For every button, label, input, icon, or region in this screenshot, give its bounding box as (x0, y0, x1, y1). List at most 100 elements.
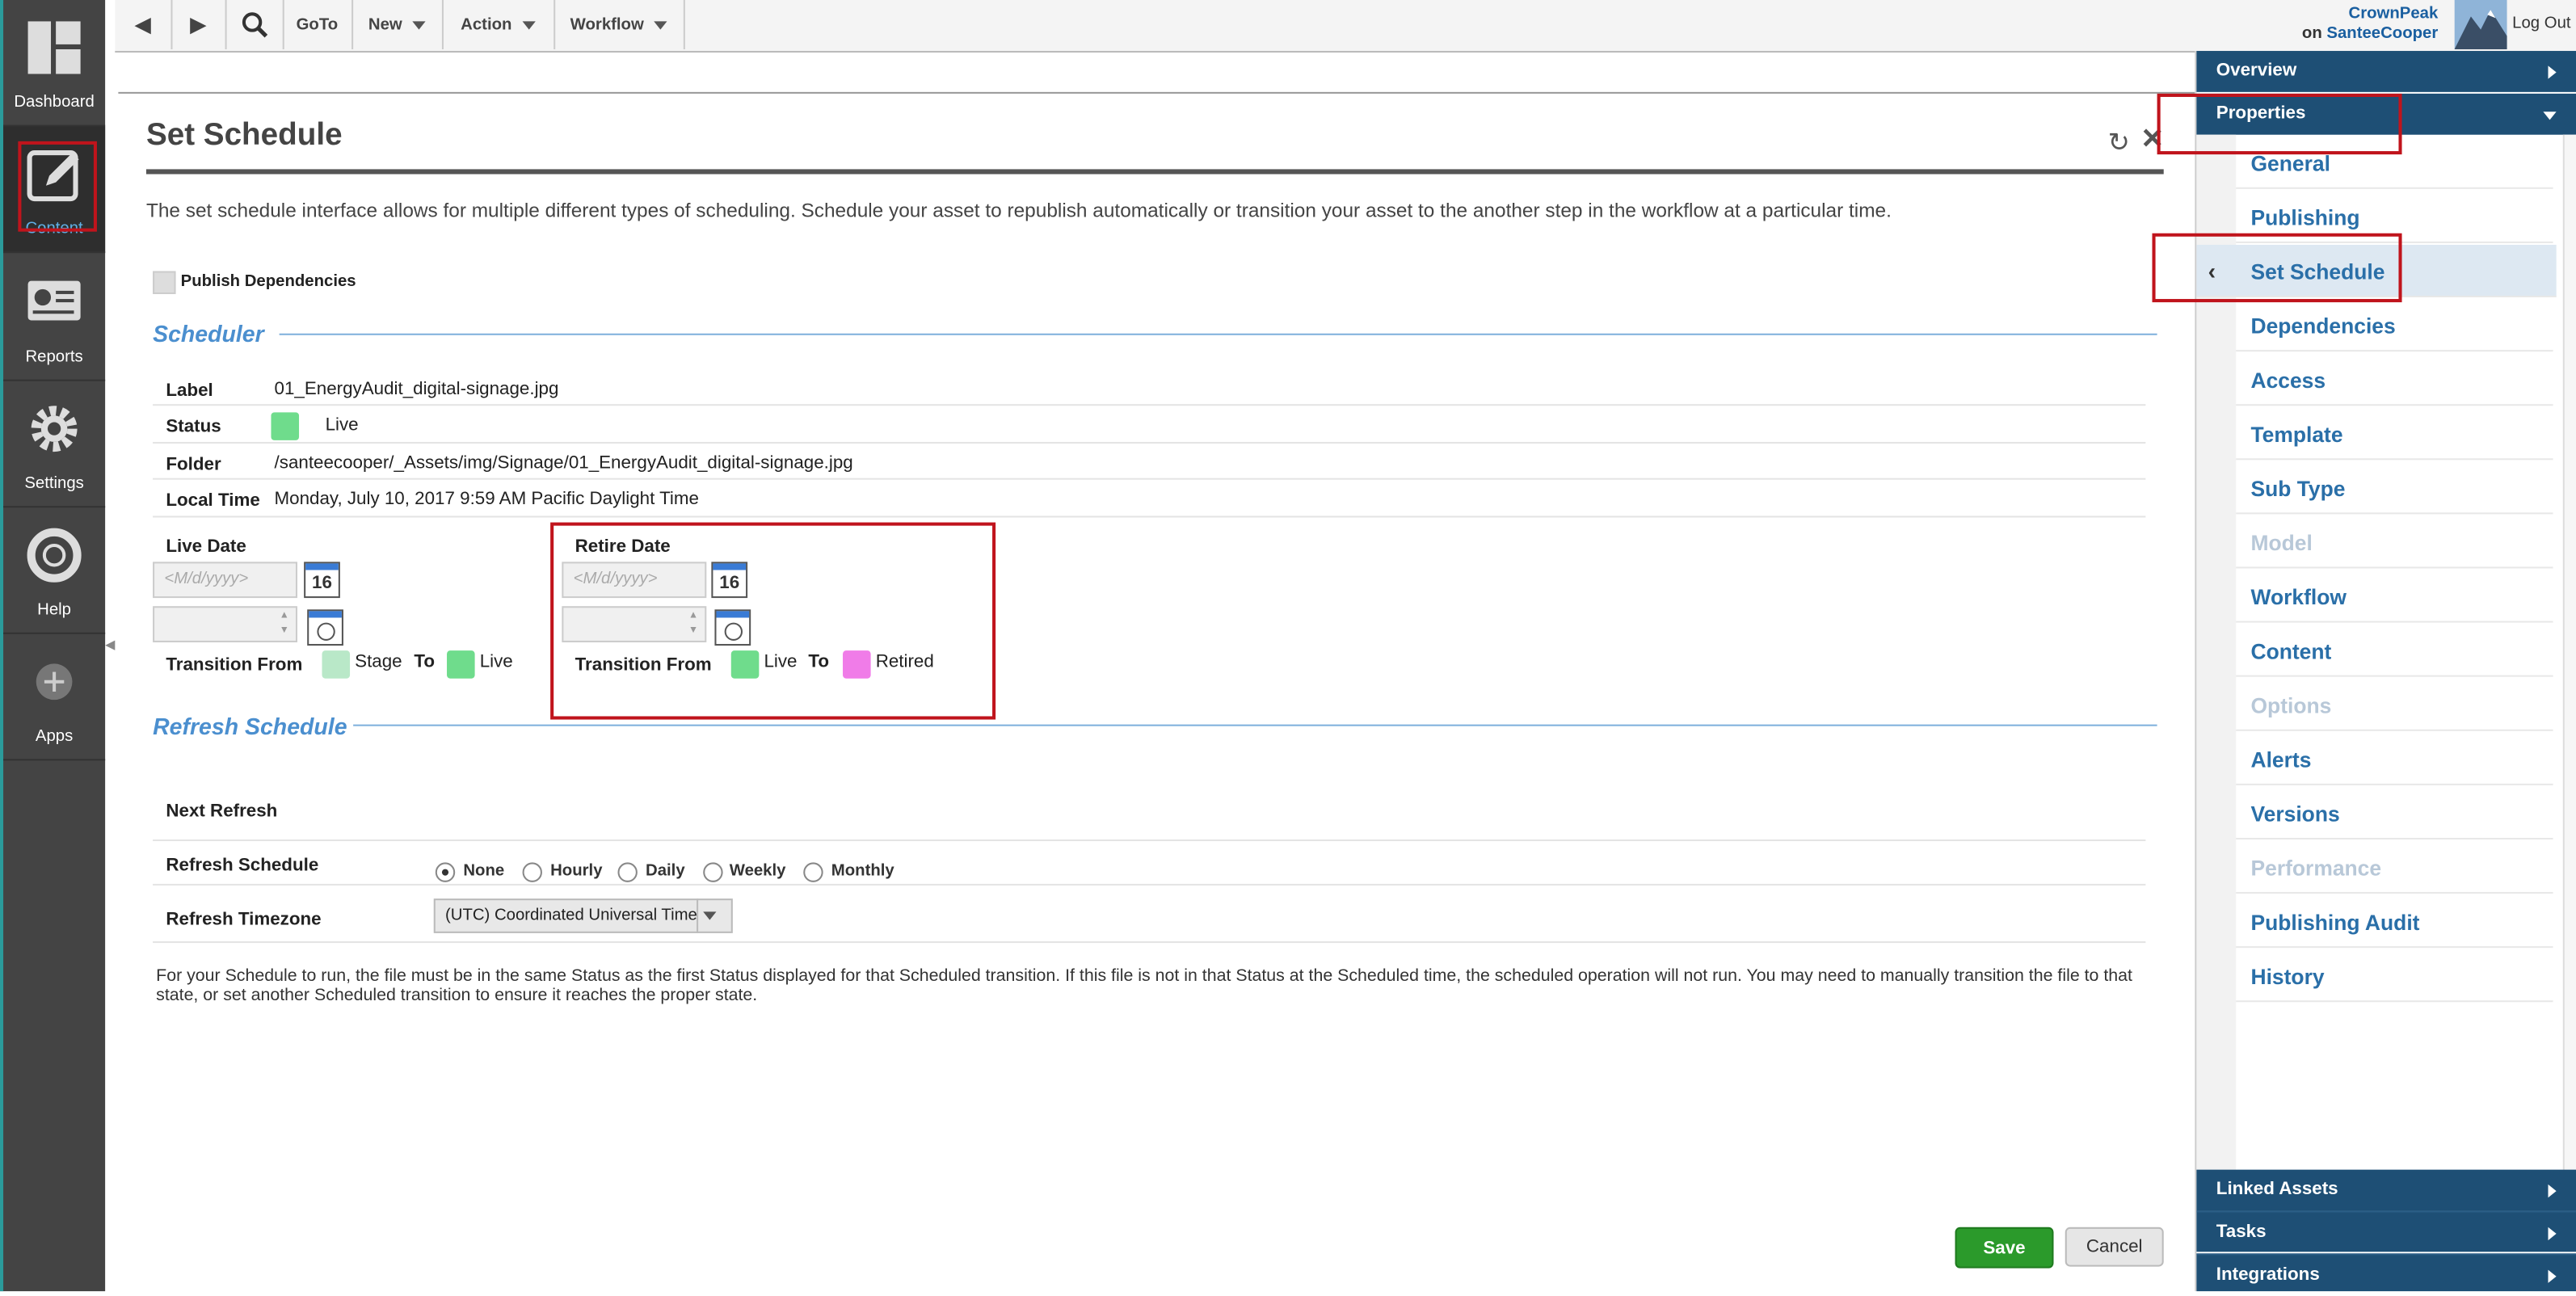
user-on: on (2301, 24, 2322, 43)
live-swatch (447, 650, 475, 679)
rail-reports[interactable]: Reports (3, 255, 106, 381)
panel-scrollbar[interactable] (2562, 134, 2576, 1170)
live-to-word: To (414, 652, 436, 672)
divider (145, 169, 2164, 175)
stage-swatch (322, 650, 351, 679)
rail-reports-label: Reports (25, 348, 83, 367)
refresh-icon[interactable]: ↻ (2108, 127, 2130, 160)
refresh-monthly-label: Monthly (831, 862, 894, 881)
next-refresh-label: Next Refresh (166, 802, 278, 822)
label-label: Label (166, 381, 213, 402)
refresh-daily-radio[interactable] (617, 862, 638, 882)
chevron-down-icon (703, 911, 717, 920)
publish-dependencies-checkbox[interactable] (153, 271, 176, 294)
clock-icon[interactable] (307, 609, 343, 646)
prop-history[interactable]: History (2236, 949, 2553, 1003)
workflow-label: Workflow (570, 15, 644, 34)
scheduler-heading: Scheduler (153, 320, 264, 347)
lifebuoy-icon (27, 528, 82, 583)
rail-help-label: Help (37, 601, 71, 620)
refresh-schedule-heading: Refresh Schedule (153, 713, 347, 739)
tasks-label: Tasks (2216, 1222, 2267, 1243)
action-menu[interactable]: Action (442, 0, 556, 49)
goto-button[interactable]: GoTo (283, 0, 354, 49)
back-button[interactable]: ◀ (115, 0, 173, 49)
intro-text: The set schedule interface allows for mu… (145, 199, 1892, 222)
divider (153, 478, 2146, 480)
timezone-select[interactable]: (UTC) Coordinated Universal Time (433, 898, 733, 933)
live-from-status: Stage (355, 652, 402, 672)
user-site: SanteeCooper (2326, 24, 2439, 43)
tasks-header[interactable]: Tasks (2196, 1210, 2576, 1252)
live-time-input[interactable]: ▲ ▼ (153, 606, 298, 642)
label-value: 01_EnergyAudit_digital-signage.jpg (274, 379, 559, 400)
forward-button[interactable]: ▶ (170, 0, 227, 49)
chevron-down-icon (654, 20, 667, 29)
publish-dependencies-label: Publish Dependencies (180, 272, 356, 291)
highlight-content (18, 141, 97, 232)
search-icon (241, 12, 267, 38)
chevron-down-icon (411, 20, 426, 29)
search-button[interactable] (225, 0, 284, 49)
live-date-heading: Live Date (166, 536, 246, 558)
prop-access[interactable]: Access (2236, 353, 2553, 406)
rail-dashboard[interactable]: Dashboard (3, 0, 106, 127)
schedule-note: For your Schedule to run, the file must … (156, 966, 2132, 1006)
prop-workflow[interactable]: Workflow (2236, 570, 2553, 623)
chevron-down-icon (2543, 112, 2557, 120)
divider (153, 883, 2146, 886)
collapse-rail-icon[interactable]: ◀ (105, 637, 116, 657)
new-menu[interactable]: New (351, 0, 444, 49)
chevron-right-icon (2548, 1184, 2557, 1198)
avatar[interactable] (2454, 0, 2507, 49)
refresh-hourly-radio[interactable] (522, 862, 542, 882)
linked-assets-label: Linked Assets (2216, 1179, 2338, 1200)
timezone-dropdown-button[interactable] (697, 898, 733, 933)
rail-apps-label: Apps (35, 727, 74, 747)
chevron-right-icon (2548, 1227, 2557, 1241)
overview-header[interactable]: Overview (2196, 51, 2576, 92)
workflow-menu[interactable]: Workflow (554, 0, 685, 49)
logout-link[interactable]: Log Out (2507, 0, 2576, 49)
rail-settings-label: Settings (24, 474, 84, 493)
dashboard-icon (27, 21, 81, 74)
linked-assets-header[interactable]: Linked Assets (2196, 1169, 2576, 1211)
user-info: CrownPeak on SanteeCooper (2302, 0, 2438, 54)
prop-template[interactable]: Template (2236, 407, 2553, 461)
prop-performance: Performance (2236, 841, 2553, 894)
prop-dependencies[interactable]: Dependencies (2236, 299, 2553, 352)
refresh-weekly-label: Weekly (729, 862, 786, 881)
plus-icon (36, 663, 73, 701)
integrations-header[interactable]: Integrations (2196, 1253, 2576, 1292)
divider (279, 333, 2157, 335)
highlight-set-schedule (2152, 233, 2402, 303)
prop-content[interactable]: Content (2236, 625, 2553, 677)
prop-publishing-audit[interactable]: Publishing Audit (2236, 895, 2553, 949)
refresh-monthly-radio[interactable] (803, 862, 823, 882)
folder-value: /santeecooper/_Assets/img/Signage/01_Ene… (274, 453, 853, 473)
prop-alerts[interactable]: Alerts (2236, 733, 2553, 785)
integrations-label: Integrations (2216, 1264, 2320, 1285)
divider (118, 91, 2195, 94)
refresh-timezone-label: Refresh Timezone (166, 910, 322, 930)
divider (153, 839, 2146, 841)
prop-sub-type[interactable]: Sub Type (2236, 461, 2553, 515)
save-button[interactable]: Save (1955, 1227, 2054, 1269)
toolbar: ◀ ▶ GoTo New Action Workflow (115, 0, 2576, 53)
divider (153, 404, 2146, 406)
live-date-input[interactable]: <M/d/yyyy> (153, 562, 298, 599)
live-transition-label: Transition From (166, 655, 303, 675)
refresh-none-radio[interactable] (435, 862, 456, 882)
prop-versions[interactable]: Versions (2236, 787, 2553, 839)
divider (153, 515, 2146, 518)
cancel-button[interactable]: Cancel (2065, 1227, 2164, 1267)
rail-help[interactable]: Help (3, 507, 106, 634)
refresh-weekly-radio[interactable] (703, 862, 723, 882)
rail-apps[interactable]: Apps (3, 634, 106, 761)
refresh-schedule-label: Refresh Schedule (166, 856, 319, 876)
rail-settings[interactable]: Settings (3, 381, 106, 508)
divider (353, 724, 2157, 726)
calendar-icon[interactable]: 16 (304, 562, 340, 599)
prop-model: Model (2236, 515, 2553, 569)
overview-label: Overview (2216, 61, 2297, 81)
